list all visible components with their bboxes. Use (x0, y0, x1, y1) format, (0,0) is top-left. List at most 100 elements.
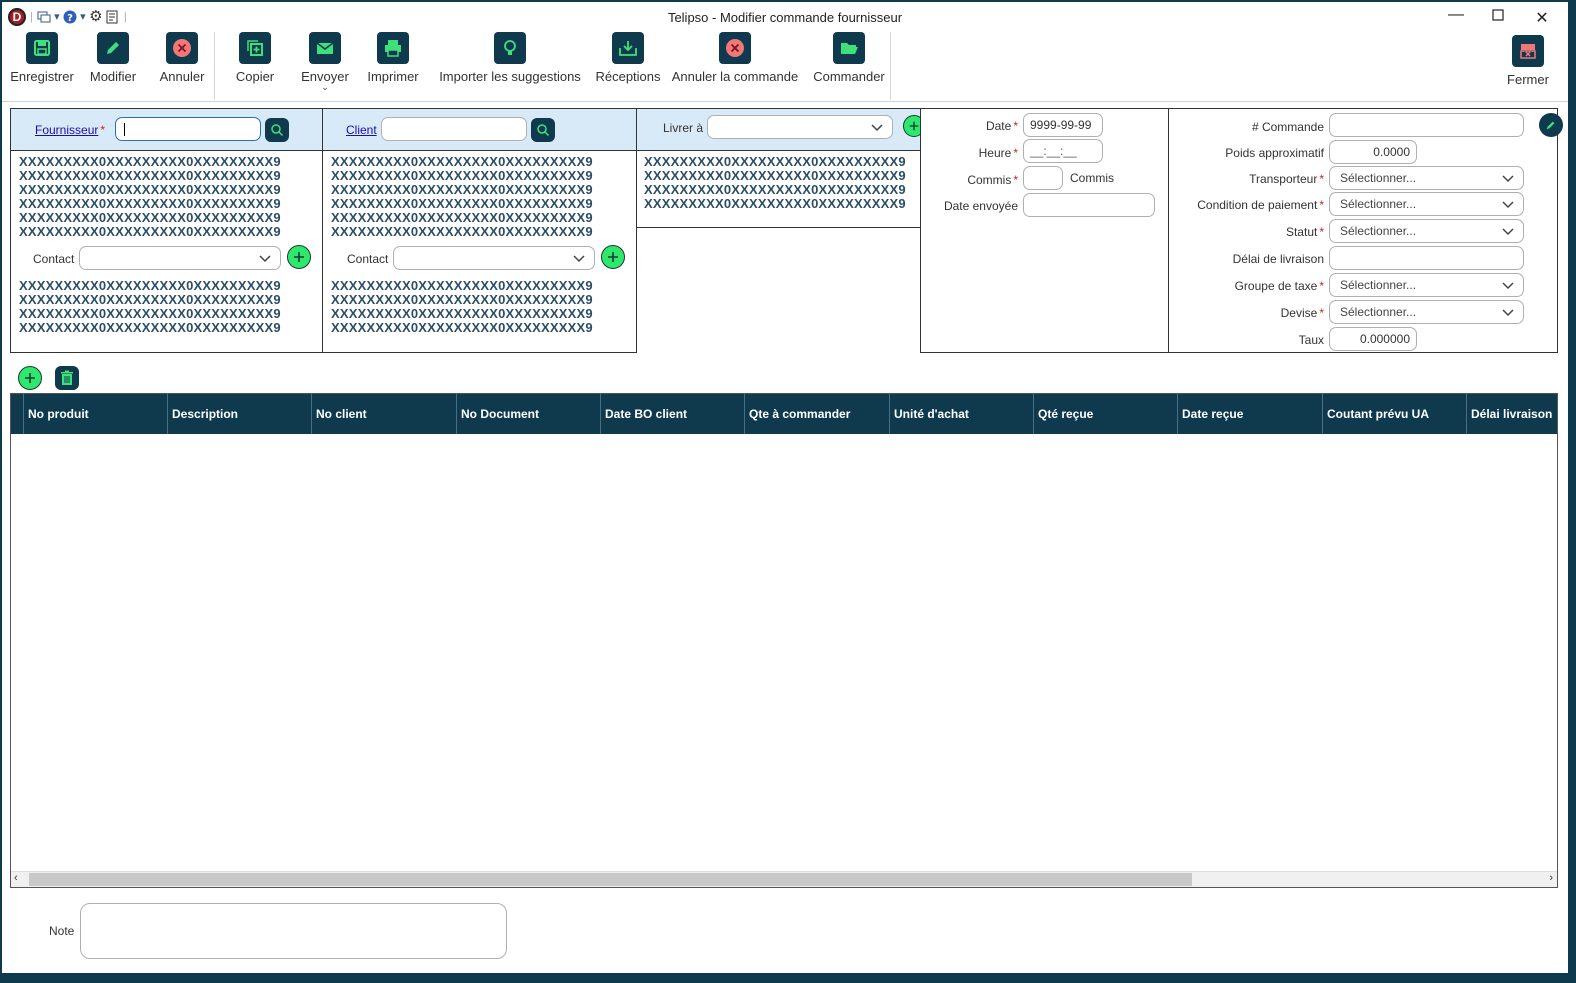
chevron-down-icon (573, 255, 585, 263)
close-window-icon[interactable]: ✕ (1532, 8, 1552, 28)
delete-line-button[interactable] (55, 366, 79, 390)
client-contact-info: XXXXXXXXX0XXXXXXXXX0XXXXXXXXX9 XXXXXXXXX… (331, 278, 593, 335)
window-title: Telipso - Modifier commande fournisseur (667, 10, 903, 25)
copy-button[interactable]: Copier (228, 32, 282, 84)
column-header[interactable]: No Document (456, 394, 600, 434)
delivery-delay-input[interactable] (1329, 246, 1524, 270)
client-contact-label: Contact (347, 252, 389, 266)
column-header[interactable]: Délai livraison (1466, 394, 1558, 434)
rate-input[interactable]: 0.000000 (1329, 327, 1417, 351)
chevron-down-icon (1502, 175, 1514, 183)
column-header[interactable]: No client (311, 394, 456, 434)
grid-header: No produit Description No client No Docu… (11, 394, 1557, 434)
column-header[interactable]: Date reçue (1177, 394, 1322, 434)
supplier-contact-select[interactable] (79, 246, 281, 270)
client-contact-select[interactable] (393, 246, 595, 270)
client-input[interactable] (381, 117, 527, 141)
column-header[interactable]: Description (167, 394, 311, 434)
weight-input[interactable]: 0.0000 (1329, 140, 1417, 164)
client-search-button[interactable] (531, 118, 555, 142)
carrier-select[interactable]: Sélectionner... (1329, 166, 1524, 190)
currency-label: Devise * (1280, 306, 1324, 320)
send-button[interactable]: Envoyer ⌄ (296, 32, 354, 92)
order-number-input[interactable] (1329, 113, 1524, 137)
clerk-input[interactable] (1023, 166, 1063, 190)
column-header[interactable]: Qté reçue (1033, 394, 1177, 434)
clerk-label: Commis * (967, 173, 1018, 187)
cancel-order-button[interactable]: Annuler la commande (670, 32, 800, 84)
currency-select[interactable]: Sélectionner... (1329, 300, 1524, 324)
toolbar-separator (214, 32, 215, 100)
order-panel: # Commande Poids approximatif 0.0000 Tra… (1168, 108, 1563, 353)
chevron-down-icon (871, 124, 883, 132)
supplier-address: XXXXXXXXX0XXXXXXXXX0XXXXXXXXX9 XXXXXXXXX… (19, 154, 281, 239)
status-label: Statut * (1285, 225, 1324, 239)
modify-button[interactable]: Modifier (84, 32, 142, 84)
chevron-down-icon (1502, 201, 1514, 209)
date-panel: Date * 9999-99-99 Heure * __:__:__ Commis *… (920, 108, 1169, 353)
import-suggestions-button[interactable]: Importer les suggestions (436, 32, 584, 84)
add-supplier-contact-button[interactable] (287, 245, 311, 269)
search-icon (537, 124, 550, 137)
chevron-down-icon (1502, 228, 1514, 236)
cancel-icon (719, 32, 751, 64)
client-label[interactable]: Client (346, 123, 377, 137)
print-button[interactable]: Imprimer (364, 32, 422, 84)
note-label: Note (49, 924, 75, 938)
supplier-search-button[interactable] (265, 118, 289, 142)
minimize-icon[interactable]: — (1446, 6, 1466, 24)
column-header[interactable]: Unité d'achat (889, 394, 1033, 434)
add-line-button[interactable] (18, 366, 42, 390)
tax-group-select[interactable]: Sélectionner... (1329, 273, 1524, 297)
save-button[interactable]: Enregistrer (8, 32, 76, 84)
payment-condition-select[interactable]: Sélectionner... (1329, 192, 1524, 216)
toolbar-separator (890, 32, 891, 100)
client-address: XXXXXXXXX0XXXXXXXXX0XXXXXXXXX9 XXXXXXXXX… (331, 154, 593, 239)
status-select[interactable]: Sélectionner... (1329, 219, 1524, 243)
edit-order-button[interactable] (1539, 113, 1563, 137)
trash-icon (61, 370, 73, 385)
horizontal-scrollbar[interactable]: ‹ › (11, 871, 1557, 887)
title-bar: D | ▾ ? ▾ ⚙ | Telipso - Modifier command… (2, 2, 1568, 32)
column-header[interactable]: No produit (23, 394, 167, 434)
clerk-name: Commis (1070, 171, 1114, 185)
scroll-left-icon[interactable]: ‹ (14, 872, 18, 884)
date-input[interactable]: 9999-99-99 (1023, 113, 1103, 137)
cancel-icon (166, 32, 198, 64)
add-client-contact-button[interactable] (601, 245, 625, 269)
deliver-to-select[interactable] (707, 115, 893, 139)
column-header[interactable]: Qte à commander (744, 394, 889, 434)
pencil-icon (1546, 121, 1555, 130)
order-lines-grid[interactable]: No produit Description No client No Docu… (10, 393, 1558, 888)
payment-condition-label: Condition de paiement * (1197, 198, 1324, 212)
scrollbar-thumb[interactable] (29, 873, 1192, 886)
close-button[interactable]: Fermer (1502, 35, 1554, 87)
deliver-to-label: Livrer à (663, 121, 704, 135)
time-input[interactable]: __:__:__ (1023, 139, 1103, 163)
tax-group-label: Groupe de taxe * (1234, 279, 1324, 293)
close-register-icon (1512, 35, 1544, 67)
column-header[interactable]: Date BO client (600, 394, 744, 434)
plus-icon (909, 121, 919, 131)
weight-label: Poids approximatif (1225, 146, 1324, 160)
column-header[interactable]: Coutant prévu UA (1322, 394, 1466, 434)
supplier-label[interactable]: Fournisseur * (35, 123, 105, 137)
inbox-icon (612, 32, 644, 64)
cancel-button[interactable]: Annuler (154, 32, 210, 84)
order-number-label: # Commande (1251, 120, 1324, 134)
rate-label: Taux (1298, 333, 1324, 347)
chevron-down-icon[interactable]: ⌄ (296, 83, 354, 92)
sent-date-input[interactable] (1023, 193, 1155, 217)
maximize-icon[interactable] (1488, 8, 1508, 26)
deliver-to-header: Livrer à (637, 109, 925, 151)
printer-icon (377, 32, 409, 64)
supplier-input[interactable] (115, 117, 261, 141)
order-button[interactable]: Commander (810, 32, 888, 84)
deliver-to-panel: Livrer à XXXXXXXXX0XXXXXXXXX0XXXXXXXXX9 … (636, 108, 925, 228)
note-textarea[interactable] (80, 903, 507, 959)
search-icon (271, 124, 284, 137)
scroll-right-icon[interactable]: › (1549, 872, 1553, 884)
receptions-button[interactable]: Réceptions (594, 32, 662, 84)
supplier-panel: Fournisseur * XXXXXXXXX0XXXXXXXXX0XXXXXXX… (10, 108, 323, 353)
carrier-label: Transporteur * (1249, 172, 1324, 186)
